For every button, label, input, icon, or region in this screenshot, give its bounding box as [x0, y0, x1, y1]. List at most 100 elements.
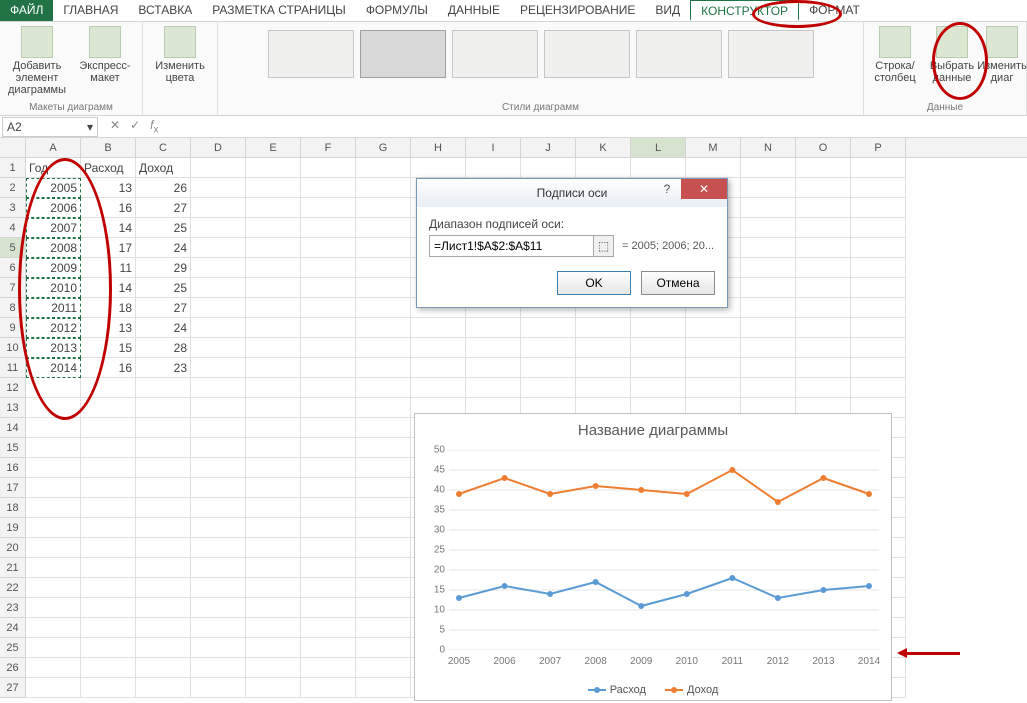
column-header-E[interactable]: E	[246, 138, 301, 157]
cell-E15[interactable]	[246, 438, 301, 458]
cell-A25[interactable]	[26, 638, 81, 658]
cell-G23[interactable]	[356, 598, 411, 618]
cell-G12[interactable]	[356, 378, 411, 398]
cell-D18[interactable]	[191, 498, 246, 518]
row-header-18[interactable]: 18	[0, 498, 26, 518]
cell-A24[interactable]	[26, 618, 81, 638]
tab-file[interactable]: ФАЙЛ	[0, 0, 53, 21]
cell-L1[interactable]	[631, 158, 686, 178]
cell-F24[interactable]	[301, 618, 356, 638]
cell-G5[interactable]	[356, 238, 411, 258]
cell-D1[interactable]	[191, 158, 246, 178]
cell-O3[interactable]	[796, 198, 851, 218]
row-header-15[interactable]: 15	[0, 438, 26, 458]
cell-F5[interactable]	[301, 238, 356, 258]
quick-layout-button[interactable]: Экспресс-макет	[74, 24, 136, 84]
name-box[interactable]: A2▾	[2, 117, 98, 137]
cell-P8[interactable]	[851, 298, 906, 318]
cell-B23[interactable]	[81, 598, 136, 618]
cell-H11[interactable]	[411, 358, 466, 378]
cell-C16[interactable]	[136, 458, 191, 478]
cell-B20[interactable]	[81, 538, 136, 558]
cell-C20[interactable]	[136, 538, 191, 558]
cell-C12[interactable]	[136, 378, 191, 398]
column-header-D[interactable]: D	[191, 138, 246, 157]
cell-N7[interactable]	[741, 278, 796, 298]
row-header-27[interactable]: 27	[0, 678, 26, 698]
cell-N12[interactable]	[741, 378, 796, 398]
select-all-corner[interactable]	[0, 138, 26, 157]
cell-F6[interactable]	[301, 258, 356, 278]
cell-B26[interactable]	[81, 658, 136, 678]
tab-page-layout[interactable]: РАЗМЕТКА СТРАНИЦЫ	[202, 0, 356, 21]
dialog-range-input[interactable]	[430, 236, 593, 256]
cell-A1[interactable]: Год	[26, 158, 81, 178]
cell-P6[interactable]	[851, 258, 906, 278]
cell-M12[interactable]	[686, 378, 741, 398]
cell-D6[interactable]	[191, 258, 246, 278]
cell-M11[interactable]	[686, 358, 741, 378]
cell-D10[interactable]	[191, 338, 246, 358]
cell-C19[interactable]	[136, 518, 191, 538]
cell-H9[interactable]	[411, 318, 466, 338]
dialog-cancel-button[interactable]: Отмена	[641, 271, 715, 295]
cell-C4[interactable]: 25	[136, 218, 191, 238]
cell-A21[interactable]	[26, 558, 81, 578]
row-header-2[interactable]: 2	[0, 178, 26, 198]
cell-B8[interactable]: 18	[81, 298, 136, 318]
cell-P11[interactable]	[851, 358, 906, 378]
cell-N6[interactable]	[741, 258, 796, 278]
column-header-M[interactable]: M	[686, 138, 741, 157]
cell-A27[interactable]	[26, 678, 81, 698]
cell-C21[interactable]	[136, 558, 191, 578]
dialog-ok-button[interactable]: OK	[557, 271, 631, 295]
cell-K11[interactable]	[576, 358, 631, 378]
cell-K10[interactable]	[576, 338, 631, 358]
cell-A14[interactable]	[26, 418, 81, 438]
cell-P1[interactable]	[851, 158, 906, 178]
dialog-titlebar[interactable]: Подписи оси ? ✕	[417, 179, 727, 207]
cell-K12[interactable]	[576, 378, 631, 398]
row-header-10[interactable]: 10	[0, 338, 26, 358]
cell-E7[interactable]	[246, 278, 301, 298]
cell-F3[interactable]	[301, 198, 356, 218]
row-header-4[interactable]: 4	[0, 218, 26, 238]
cell-A3[interactable]: 2006	[26, 198, 81, 218]
cell-G8[interactable]	[356, 298, 411, 318]
row-header-8[interactable]: 8	[0, 298, 26, 318]
cell-N2[interactable]	[741, 178, 796, 198]
cell-P7[interactable]	[851, 278, 906, 298]
cell-F13[interactable]	[301, 398, 356, 418]
cell-E10[interactable]	[246, 338, 301, 358]
cell-C7[interactable]: 25	[136, 278, 191, 298]
enter-icon[interactable]: ✓	[130, 118, 140, 135]
cell-E4[interactable]	[246, 218, 301, 238]
row-header-1[interactable]: 1	[0, 158, 26, 178]
cell-B12[interactable]	[81, 378, 136, 398]
cell-C8[interactable]: 27	[136, 298, 191, 318]
cell-F7[interactable]	[301, 278, 356, 298]
cell-G20[interactable]	[356, 538, 411, 558]
cell-N5[interactable]	[741, 238, 796, 258]
column-header-N[interactable]: N	[741, 138, 796, 157]
cell-B22[interactable]	[81, 578, 136, 598]
cell-E11[interactable]	[246, 358, 301, 378]
cell-B24[interactable]	[81, 618, 136, 638]
cell-C27[interactable]	[136, 678, 191, 698]
cell-D19[interactable]	[191, 518, 246, 538]
row-header-23[interactable]: 23	[0, 598, 26, 618]
row-header-21[interactable]: 21	[0, 558, 26, 578]
cell-F26[interactable]	[301, 658, 356, 678]
cell-P12[interactable]	[851, 378, 906, 398]
column-header-H[interactable]: H	[411, 138, 466, 157]
change-colors-button[interactable]: Изменить цвета	[149, 24, 211, 84]
cell-E1[interactable]	[246, 158, 301, 178]
cell-F25[interactable]	[301, 638, 356, 658]
cell-L10[interactable]	[631, 338, 686, 358]
cell-B21[interactable]	[81, 558, 136, 578]
name-box-dropdown-icon[interactable]: ▾	[87, 120, 93, 134]
cell-P2[interactable]	[851, 178, 906, 198]
cell-J9[interactable]	[521, 318, 576, 338]
cell-D8[interactable]	[191, 298, 246, 318]
cell-A26[interactable]	[26, 658, 81, 678]
